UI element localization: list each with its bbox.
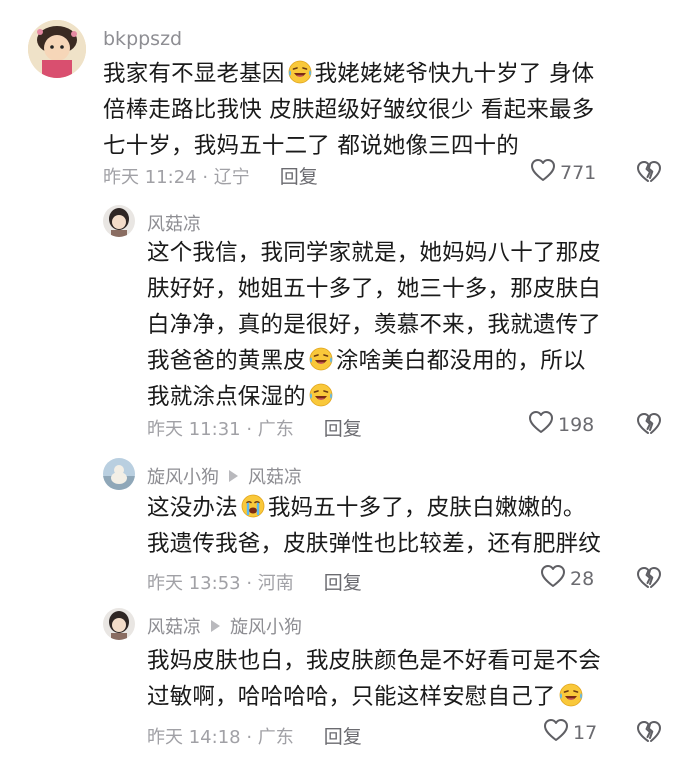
username-label[interactable]: 风菇凉 [147, 613, 201, 639]
username[interactable]: 旋风小狗 风菇凉 [147, 463, 302, 489]
comment-text: 我家有不显老基因 我姥姥姥爷快九十岁了 身体 倍棒走路比我快 皮肤超级好皱纹很少 … [103, 56, 594, 164]
like-button[interactable]: 17 [543, 718, 597, 747]
reply-button[interactable]: 回复 [324, 414, 362, 441]
comment-meta: 昨天 14:18 · 广东 回复 [147, 722, 362, 749]
username[interactable]: 风菇凉 [147, 210, 201, 236]
text-segment: 我妈五十多了，皮肤白嫩嫩的。 [267, 495, 586, 521]
text-line: 这个我信，我同学家就是，她妈妈八十了那皮 [147, 240, 602, 266]
text-line: 我遗传我爸，皮肤弹性也比较差，还有肥胖纹 [147, 531, 602, 557]
text-line: 倍棒走路比我快 皮肤超级好皱纹很少 看起来最多 [103, 97, 595, 123]
comment-item: 旋风小狗 风菇凉 这没办法 我妈五十多了，皮肤白嫩嫩的。 我遗传我爸，皮肤弹性也比… [0, 450, 690, 600]
heart-outline-icon [543, 718, 573, 747]
reply-arrow-icon [229, 470, 238, 482]
comment-meta: 昨天 13:53 · 河南 回复 [147, 568, 362, 595]
heart-outline-icon [528, 410, 558, 439]
username[interactable]: bkppszd [103, 28, 182, 50]
timestamp: 昨天 11:24 · 辽宁 [103, 166, 250, 188]
text-line: 七十岁，我妈五十二了 都说她像三四十的 [103, 133, 519, 159]
heart-outline-icon [540, 564, 570, 593]
avatar[interactable] [103, 458, 135, 490]
broken-heart-icon[interactable] [636, 720, 662, 748]
reply-button[interactable]: 回复 [324, 568, 362, 595]
avatar[interactable] [103, 205, 135, 237]
laughing-tears-emoji [558, 682, 584, 708]
laughing-tears-emoji [308, 346, 334, 372]
heart-outline-icon [530, 158, 560, 187]
broken-heart-icon[interactable] [636, 160, 662, 188]
like-count: 17 [573, 721, 598, 744]
reply-button[interactable]: 回复 [280, 162, 318, 189]
like-button[interactable]: 198 [528, 410, 594, 439]
username-label[interactable]: bkppszd [103, 28, 182, 50]
comment-item: 风菇凉 这个我信，我同学家就是，她妈妈八十了那皮 肤好好，她姐五十多了，她三十多… [0, 200, 690, 450]
reply-button[interactable]: 回复 [324, 722, 362, 749]
avatar[interactable] [28, 20, 86, 78]
text-line: 肤好好，她姐五十多了，她三十多，那皮肤白 [147, 276, 602, 302]
text-segment: 我就涂点保湿的 [147, 384, 306, 410]
crying-emoji [240, 493, 266, 519]
reply-to-user[interactable]: 旋风小狗 [230, 613, 302, 639]
reply-arrow-icon [211, 620, 220, 632]
broken-heart-icon[interactable] [636, 412, 662, 440]
text-line: 白净净，真的是很好，羡慕不来，我就遗传了 [147, 312, 602, 338]
timestamp: 昨天 14:18 · 广东 [147, 726, 294, 748]
like-count: 198 [558, 413, 595, 436]
avatar[interactable] [103, 608, 135, 640]
like-button[interactable]: 28 [540, 564, 594, 593]
username-label[interactable]: 风菇凉 [147, 210, 201, 236]
comment-text: 这个我信，我同学家就是，她妈妈八十了那皮 肤好好，她姐五十多了，她三十多，那皮肤… [147, 235, 601, 415]
username[interactable]: 风菇凉 旋风小狗 [147, 613, 302, 639]
laughing-tears-emoji [287, 59, 313, 85]
like-count: 771 [560, 161, 597, 184]
comment-text: 这没办法 我妈五十多了，皮肤白嫩嫩的。 我遗传我爸，皮肤弹性也比较差，还有肥胖纹 [147, 490, 601, 562]
text-segment: 过敏啊，哈哈哈哈，只能这样安慰自己了 [147, 684, 556, 710]
text-segment: 涂啥美白都没用的，所以 [335, 348, 586, 374]
comment-text: 我妈皮肤也白，我皮肤颜色是不好看可是不会 过敏啊，哈哈哈哈，只能这样安慰自己了 [147, 643, 601, 715]
comment-meta: 昨天 11:31 · 广东 回复 [147, 414, 362, 441]
laughing-tears-emoji [308, 382, 334, 408]
broken-heart-icon[interactable] [636, 566, 662, 594]
comment-item: 风菇凉 旋风小狗 我妈皮肤也白，我皮肤颜色是不好看可是不会 过敏啊，哈哈哈哈，只… [0, 600, 690, 763]
like-count: 28 [570, 567, 595, 590]
timestamp: 昨天 13:53 · 河南 [147, 572, 294, 594]
timestamp: 昨天 11:31 · 广东 [147, 418, 294, 440]
comment-meta: 昨天 11:24 · 辽宁 回复 [103, 162, 318, 189]
username-label[interactable]: 旋风小狗 [147, 463, 219, 489]
text-segment: 我家有不显老基因 [103, 61, 285, 87]
text-segment: 我爸爸的黄黑皮 [147, 348, 306, 374]
text-segment: 我姥姥姥爷快九十岁了 身体 [314, 61, 595, 87]
like-button[interactable]: 771 [530, 158, 596, 187]
reply-to-user[interactable]: 风菇凉 [248, 463, 302, 489]
comment-item: bkppszd 我家有不显老基因 我姥姥姥爷快九十岁了 身体 倍棒走路比我快 皮肤… [0, 0, 690, 200]
text-line: 我妈皮肤也白，我皮肤颜色是不好看可是不会 [147, 648, 602, 674]
text-segment: 这没办法 [147, 495, 238, 521]
